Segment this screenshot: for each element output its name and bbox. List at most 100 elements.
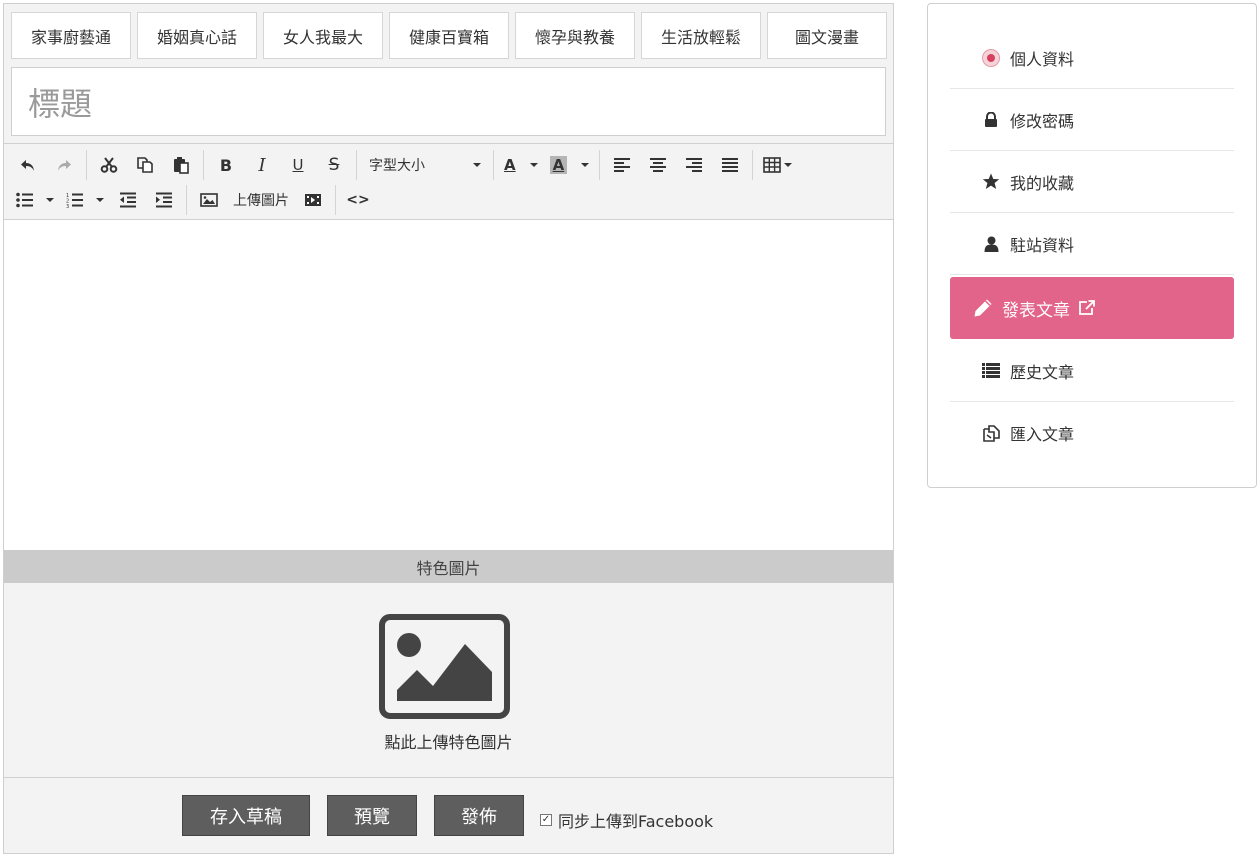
picture-icon[interactable] — [379, 614, 510, 719]
publish-button[interactable]: 發佈 — [434, 795, 524, 836]
numbered-list-icon: 123 — [66, 193, 83, 208]
outdent-button[interactable] — [110, 185, 146, 215]
align-justify-button[interactable] — [712, 150, 748, 180]
title-input[interactable]: 標題 — [11, 67, 886, 136]
category-tabs: 家事廚藝通 婚姻真心話 女人我最大 健康百寶箱 懷孕與教養 生活放輕鬆 圖文漫畫 — [11, 12, 887, 59]
upload-featured-image-label[interactable]: 點此上傳特色圖片 — [4, 729, 893, 753]
sidebar-item-resident-info[interactable]: 駐站資料 — [950, 213, 1234, 275]
category-button-1[interactable]: 家事廚藝通 — [11, 12, 131, 59]
bullet-list-icon — [16, 192, 33, 208]
toolbar-divider — [86, 150, 87, 180]
table-button[interactable] — [757, 150, 798, 180]
import-icon — [980, 424, 1002, 443]
save-draft-button[interactable]: 存入草稿 — [182, 795, 310, 836]
scissors-icon — [100, 157, 118, 173]
undo-icon — [21, 160, 34, 171]
sidebar-item-change-password[interactable]: 修改密碼 — [950, 89, 1234, 151]
sidebar-item-publish-article[interactable]: 發表文章 — [950, 277, 1234, 339]
chevron-down-icon — [529, 163, 538, 167]
image-icon — [200, 193, 218, 207]
font-size-label: 字型大小 — [369, 158, 425, 174]
content-editor-area[interactable] — [4, 220, 893, 550]
facebook-sync-label: 同步上傳到Facebook — [558, 812, 714, 831]
sidebar-item-label: 駐站資料 — [1010, 235, 1075, 255]
lock-icon — [980, 111, 1002, 128]
facebook-sync-option[interactable]: ✓ 同步上傳到Facebook — [540, 808, 713, 832]
bullet-list-button[interactable] — [10, 185, 60, 215]
chevron-down-icon — [473, 163, 481, 167]
star-icon — [980, 173, 1002, 190]
chevron-down-icon — [784, 163, 793, 167]
redo-button[interactable] — [46, 150, 82, 180]
outdent-icon — [120, 192, 136, 208]
category-button-6[interactable]: 生活放輕鬆 — [641, 12, 761, 59]
avatar-icon — [980, 48, 1002, 67]
paste-icon — [174, 157, 189, 174]
indent-button[interactable] — [146, 185, 182, 215]
cut-button[interactable] — [91, 150, 127, 180]
featured-image-header: 特色圖片 — [4, 550, 893, 583]
align-right-button[interactable] — [676, 150, 712, 180]
italic-icon: I — [258, 154, 266, 176]
user-icon — [980, 236, 1002, 252]
align-left-icon — [614, 158, 631, 172]
video-icon — [305, 194, 321, 206]
category-button-5[interactable]: 懷孕與教養 — [515, 12, 635, 59]
strikethrough-button[interactable]: S — [316, 150, 352, 180]
chevron-down-icon — [581, 163, 590, 167]
category-button-4[interactable]: 健康百寶箱 — [389, 12, 509, 59]
copy-button[interactable] — [127, 150, 163, 180]
category-button-2[interactable]: 婚姻真心話 — [137, 12, 257, 59]
category-button-7[interactable]: 圖文漫畫 — [767, 12, 887, 59]
background-color-icon: A — [549, 156, 568, 174]
sidebar-item-label: 我的收藏 — [1010, 173, 1075, 193]
sidebar-item-label: 發表文章 — [1002, 300, 1070, 321]
title-placeholder: 標題 — [28, 84, 93, 123]
chevron-down-icon — [96, 198, 104, 202]
align-center-icon — [650, 158, 667, 172]
underline-button[interactable]: U — [280, 150, 316, 180]
toolbar-divider — [599, 150, 601, 180]
sidebar-item-label: 匯入文章 — [1010, 425, 1075, 444]
insert-video-button[interactable] — [295, 185, 331, 215]
editor-footer: 存入草稿 預覽 發佈 ✓ 同步上傳到Facebook — [4, 777, 893, 853]
account-sidebar: 個人資料 修改密碼 我的收藏 駐站資料 發表文章 歷史文章 匯入文章 — [927, 3, 1257, 488]
svg-text:3: 3 — [66, 204, 69, 208]
align-left-button[interactable] — [604, 150, 640, 180]
editor-toolbar: B I U S 字型大小 A A 1 2 3 上傳圖片 <> — [4, 143, 893, 220]
toolbar-divider — [203, 150, 204, 180]
toolbar-divider — [493, 150, 494, 180]
list-icon — [980, 363, 1002, 378]
sidebar-item-article-history[interactable]: 歷史文章 — [950, 340, 1234, 402]
redo-icon — [58, 160, 71, 171]
background-color-button[interactable]: A — [544, 150, 596, 180]
sidebar-item-favorites[interactable]: 我的收藏 — [950, 151, 1234, 213]
italic-button[interactable]: I — [244, 150, 280, 180]
toolbar-divider — [752, 150, 754, 180]
strikethrough-icon: S — [328, 155, 340, 175]
toolbar-divider — [335, 185, 336, 215]
category-button-3[interactable]: 女人我最大 — [263, 12, 383, 59]
font-size-select[interactable]: 字型大小 — [361, 150, 489, 180]
facebook-sync-checkbox[interactable]: ✓ — [540, 814, 552, 826]
pencil-icon — [972, 298, 994, 318]
align-center-button[interactable] — [640, 150, 676, 180]
copy-icon — [137, 157, 153, 173]
insert-image-button[interactable] — [191, 185, 227, 215]
undo-button[interactable] — [10, 150, 46, 180]
align-justify-icon — [722, 158, 739, 172]
featured-image-upload[interactable]: 點此上傳特色圖片 — [4, 583, 893, 777]
external-link-icon — [1078, 300, 1095, 316]
sidebar-item-import-article[interactable]: 匯入文章 — [950, 402, 1234, 464]
sidebar-item-profile[interactable]: 個人資料 — [950, 27, 1234, 89]
numbered-list-button[interactable]: 123 — [60, 185, 110, 215]
paste-button[interactable] — [163, 150, 199, 180]
font-color-button[interactable]: A — [498, 150, 544, 180]
chevron-down-icon — [46, 198, 54, 202]
post-editor: 家事廚藝通 婚姻真心話 女人我最大 健康百寶箱 懷孕與教養 生活放輕鬆 圖文漫畫… — [3, 3, 894, 854]
source-code-button[interactable]: <> — [340, 185, 376, 215]
font-color-icon: A — [504, 156, 516, 174]
bold-button[interactable]: B — [208, 150, 244, 180]
upload-image-button[interactable]: 上傳圖片 — [227, 185, 295, 215]
preview-button[interactable]: 預覽 — [327, 795, 417, 836]
